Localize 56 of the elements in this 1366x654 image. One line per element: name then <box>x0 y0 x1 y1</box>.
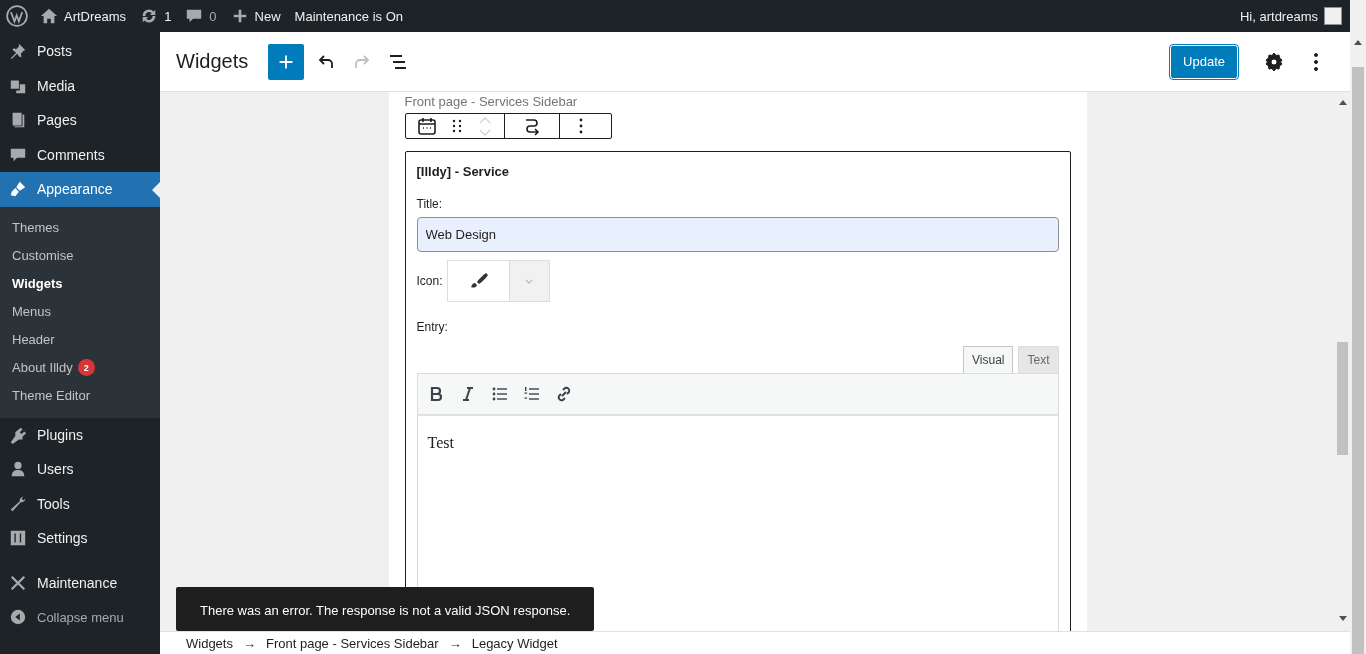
menu-item[interactable]: Media <box>0 68 160 103</box>
chevron-down-icon <box>524 277 534 285</box>
avatar-icon[interactable] <box>1324 7 1342 25</box>
menu-item[interactable]: Settings <box>0 521 160 556</box>
arrow-separator: → <box>242 635 256 651</box>
editor-tab[interactable]: Visual <box>963 346 1014 373</box>
greeting-link[interactable]: Hi, artdreams <box>1239 8 1318 24</box>
entry-label: Entry: <box>416 320 449 334</box>
count-badge: 2 <box>77 359 95 376</box>
site-link[interactable]: ArtDreams <box>40 7 127 25</box>
sliders-icon <box>9 529 27 548</box>
entry-text: Test <box>427 434 455 452</box>
menu-item[interactable]: Collapse menu <box>0 600 160 635</box>
submenu-item[interactable]: About Illdy 2 <box>0 353 160 382</box>
page-title: Widgets <box>176 50 249 73</box>
plug-icon <box>9 425 27 444</box>
menu-item[interactable]: Plugins <box>0 417 160 452</box>
widget-heading: [Illdy] - Service <box>416 164 510 179</box>
icon-label: Icon: <box>416 274 443 288</box>
update-button[interactable]: Update <box>1170 44 1238 79</box>
submenu-item[interactable]: Menus <box>0 297 160 326</box>
title-input[interactable]: Web Design <box>416 217 1059 252</box>
submenu-item[interactable]: Theme Editor <box>0 381 160 410</box>
maintenance-link[interactable]: Maintenance is On <box>294 8 403 24</box>
widget-area-label: Front page - Services Sidebar <box>404 94 579 109</box>
paintbrush-icon <box>468 271 488 291</box>
breadcrumb-link[interactable]: Front page - Services Sidebar <box>265 635 439 651</box>
user-icon <box>9 460 27 479</box>
wrench-icon <box>9 494 27 513</box>
error-notice: There was an error. The response is not a valid JSON response. <box>176 587 595 631</box>
submenu-item[interactable]: Themes <box>0 213 160 242</box>
menu-item[interactable]: Users <box>0 452 160 487</box>
breadcrumb-link[interactable]: Widgets <box>186 635 233 651</box>
updates-link[interactable]: 1 <box>140 7 172 25</box>
tools-icon <box>9 573 27 592</box>
menu-item[interactable]: Maintenance <box>0 565 160 600</box>
breadcrumb-link[interactable]: Legacy Widget <box>471 635 558 651</box>
pin-icon <box>9 42 27 61</box>
brush-icon <box>9 180 27 199</box>
add-block-button[interactable] <box>268 43 305 80</box>
home-icon <box>40 7 58 25</box>
arrow-separator: → <box>448 635 462 651</box>
collapse-icon <box>9 608 27 627</box>
submenu-item[interactable]: Widgets <box>0 269 160 298</box>
comments-link[interactable]: 0 <box>185 7 217 25</box>
new-link[interactable]: New <box>230 7 281 25</box>
menu-item[interactable]: Tools <box>0 486 160 521</box>
menu-item[interactable]: Comments <box>0 137 160 172</box>
menu-item[interactable]: Posts <box>0 34 160 69</box>
menu-item[interactable]: Appearance <box>0 172 160 207</box>
menu-item[interactable]: Pages <box>0 103 160 138</box>
submenu-item[interactable]: Header <box>0 325 160 354</box>
editor-tab[interactable]: Text <box>1018 346 1059 373</box>
wordpress-logo-icon[interactable] <box>6 5 28 27</box>
title-label: Title: <box>416 197 444 211</box>
submenu-item[interactable]: Customise <box>0 241 160 270</box>
